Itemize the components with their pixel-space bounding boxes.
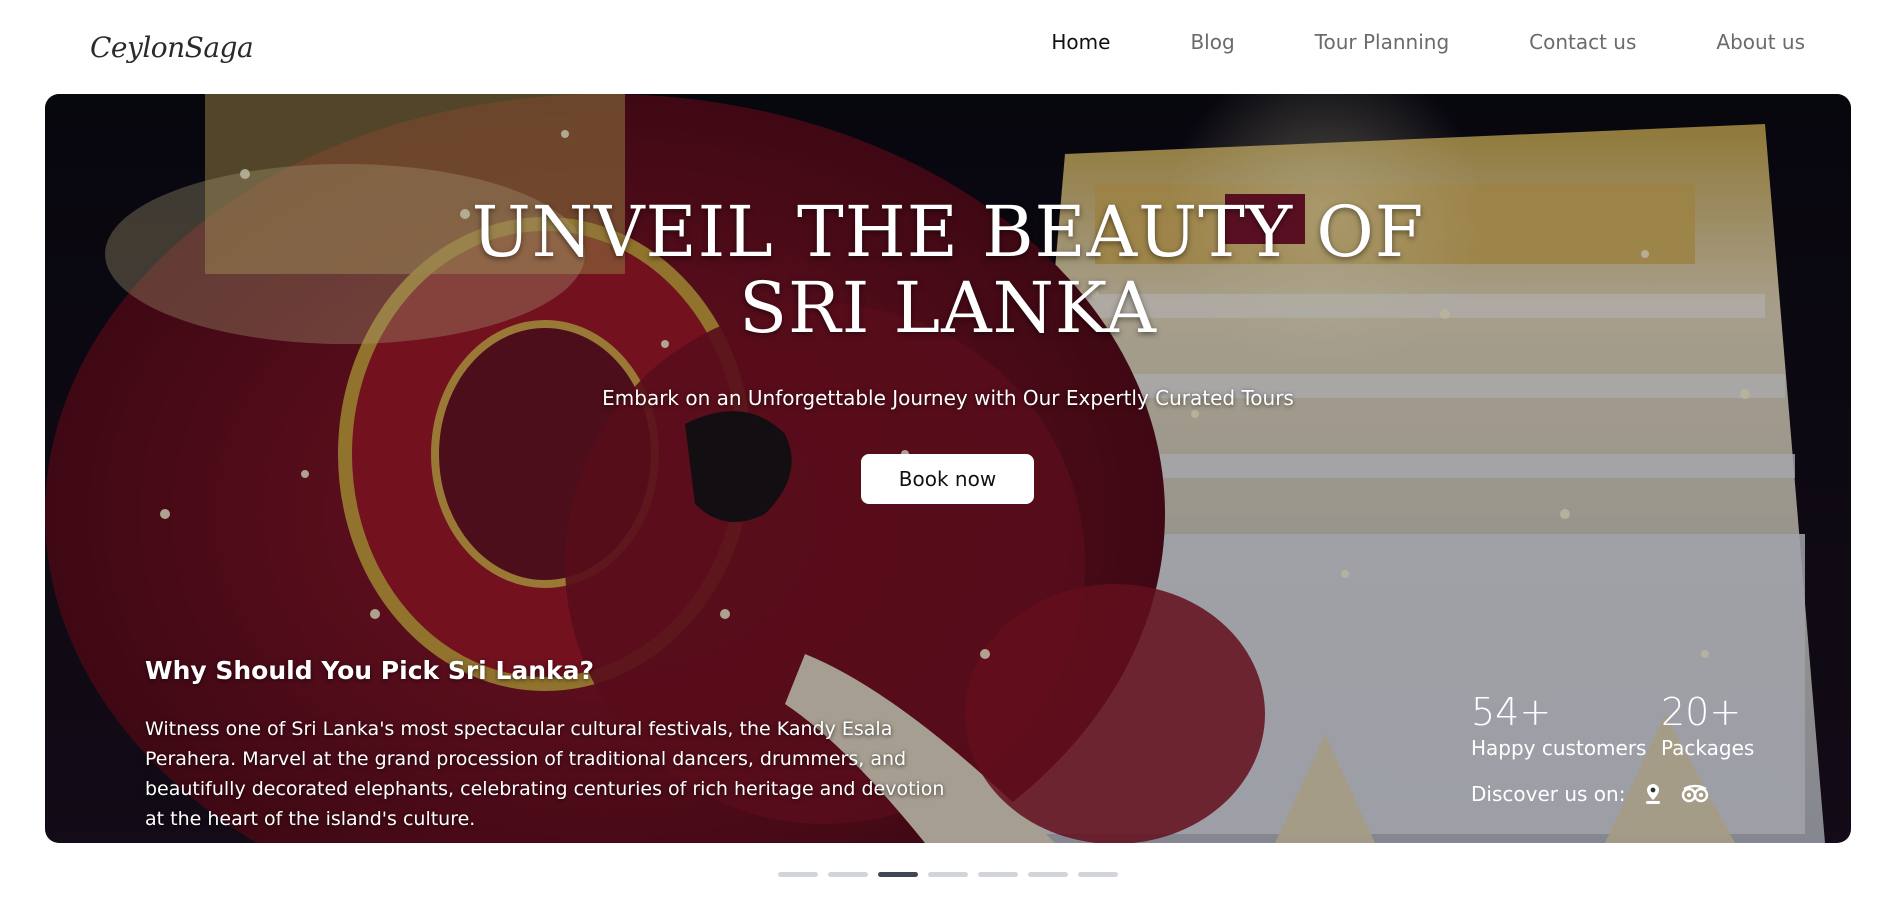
brand-logo-text: CeylonSaga (90, 30, 254, 64)
stat-label: Packages (1661, 736, 1755, 760)
hero-title: UNVEIL THE BEAUTY OF SRI LANKA (45, 194, 1851, 346)
why-sri-lanka-heading: Why Should You Pick Sri Lanka? (145, 656, 595, 685)
brand-logo[interactable]: CeylonSaga (90, 20, 254, 74)
carousel-pagination (778, 872, 1118, 877)
stat-label: Happy customers (1471, 736, 1647, 760)
nav-item-contact-us[interactable]: Contact us (1529, 30, 1636, 54)
map-pin-icon[interactable] (1641, 782, 1665, 806)
carousel-dot[interactable] (928, 872, 968, 877)
stat-happy-customers: 54+ Happy customers (1471, 692, 1646, 760)
nav-item-home[interactable]: Home (1051, 30, 1110, 54)
book-now-button[interactable]: Book now (861, 454, 1034, 504)
stat-value: 20+ (1661, 690, 1742, 734)
discover-label: Discover us on: (1471, 782, 1626, 806)
carousel-dot[interactable] (978, 872, 1018, 877)
discover-us: Discover us on: (1471, 782, 1709, 806)
stat-value: 54+ (1471, 690, 1552, 734)
tripadvisor-icon[interactable] (1681, 782, 1709, 806)
carousel-dot[interactable] (778, 872, 818, 877)
main-nav: Home Blog Tour Planning Contact us About… (971, 30, 1805, 54)
nav-item-about-us[interactable]: About us (1716, 30, 1805, 54)
hero-title-line-2: SRI LANKA (739, 267, 1157, 349)
site-header: CeylonSaga Home Blog Tour Planning Conta… (0, 0, 1891, 94)
nav-item-tour-planning[interactable]: Tour Planning (1315, 30, 1449, 54)
stat-packages: 20+ Packages (1661, 692, 1754, 760)
why-sri-lanka-text: Witness one of Sri Lanka's most spectacu… (145, 718, 945, 830)
nav-item-blog[interactable]: Blog (1190, 30, 1234, 54)
carousel-dot[interactable] (1078, 872, 1118, 877)
carousel-dot[interactable] (1028, 872, 1068, 877)
carousel-dot[interactable] (828, 872, 868, 877)
hero-subtitle: Embark on an Unforgettable Journey with … (602, 386, 1294, 410)
hero-banner: UNVEIL THE BEAUTY OF SRI LANKA Embark on… (45, 94, 1851, 843)
hero-title-line-1: UNVEIL THE BEAUTY OF (471, 191, 1425, 273)
carousel-dot-active[interactable] (878, 872, 918, 877)
